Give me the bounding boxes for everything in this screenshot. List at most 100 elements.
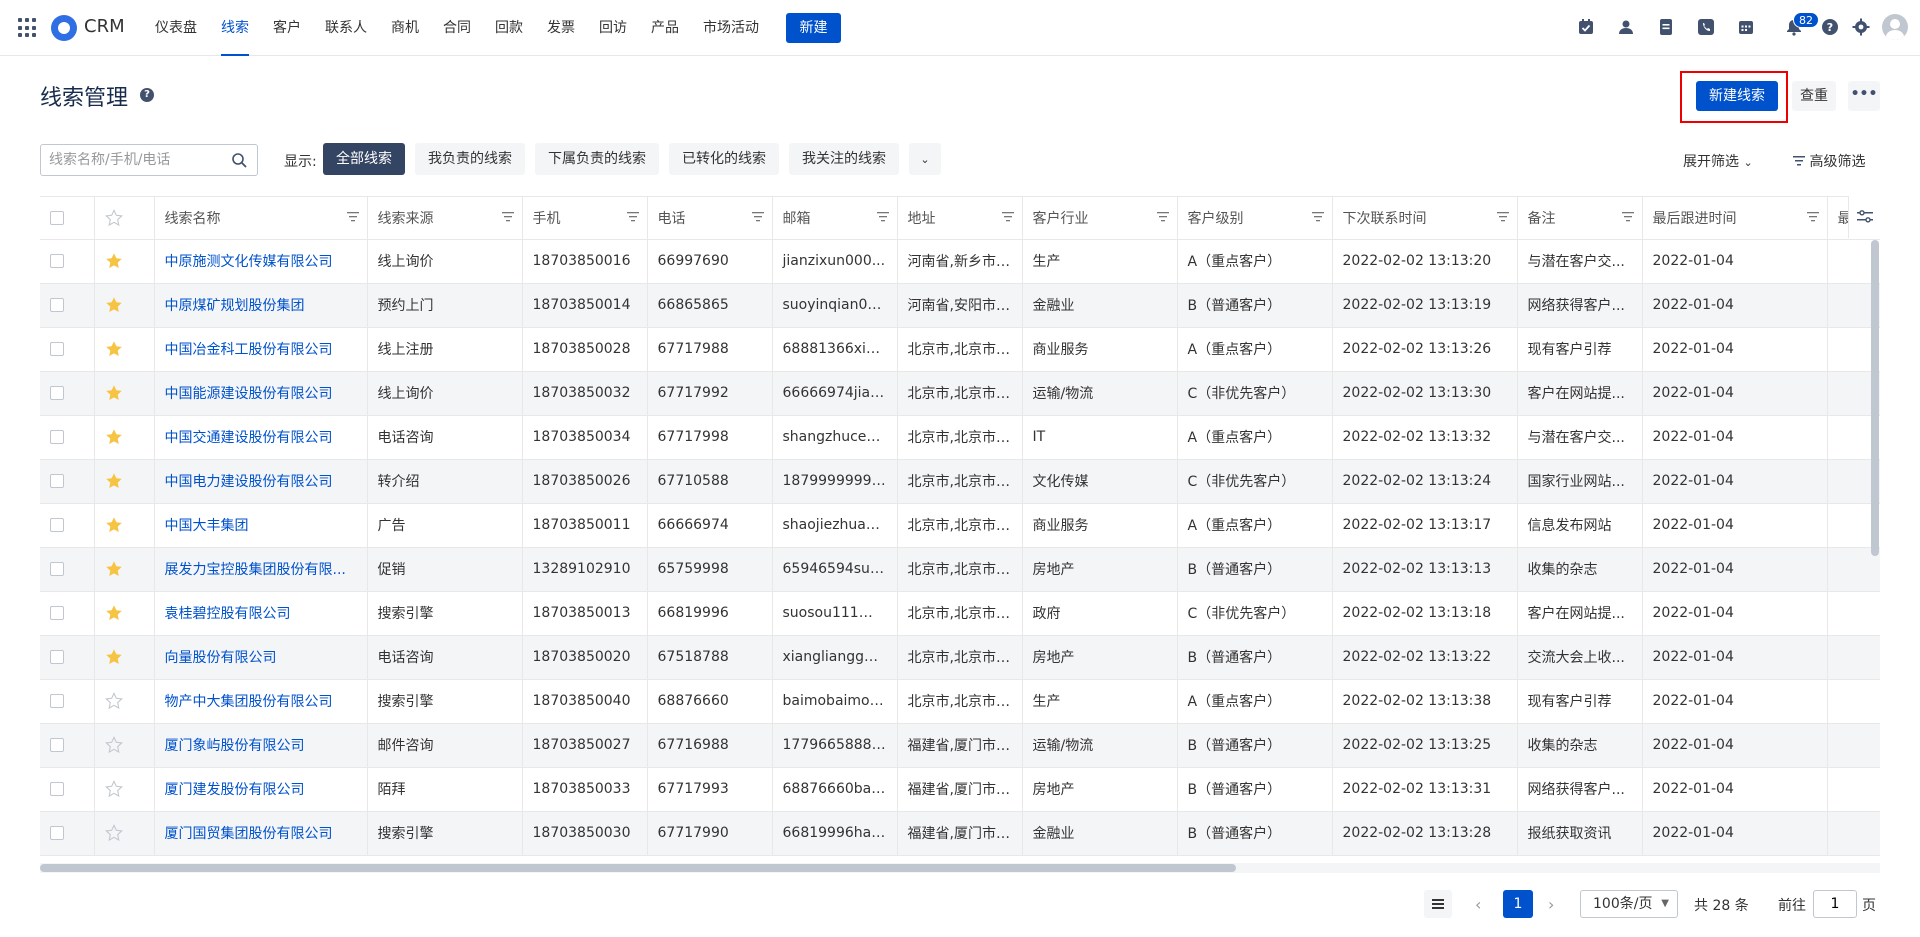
task-check-icon[interactable] — [1577, 18, 1595, 36]
nav-item-2[interactable]: 客户 — [273, 0, 301, 56]
column-filter-icon[interactable] — [876, 212, 889, 222]
column-filter-icon[interactable] — [1001, 212, 1014, 222]
table-row[interactable]: 袁桂碧控股有限公司 搜索引擎 18703850013 66819996 suosou11… — [40, 591, 1880, 636]
column-header[interactable]: 手机 — [522, 197, 648, 240]
lead-name-link[interactable]: 中国交通建设股份有限公司 — [154, 415, 368, 460]
lead-name-link[interactable]: 中国大丰集团 — [154, 503, 368, 548]
table-row[interactable]: 展发力宝控股集团股份有限... 促销 13289102910 65759998 6594… — [40, 547, 1880, 592]
column-filter-icon[interactable] — [1621, 212, 1634, 222]
column-filter-icon[interactable] — [1311, 212, 1324, 222]
phone-icon[interactable] — [1697, 18, 1715, 36]
nav-item-8[interactable]: 回访 — [599, 0, 627, 56]
row-checkbox[interactable] — [50, 386, 64, 400]
table-row[interactable]: 中国交通建设股份有限公司 电话咨询 18703850034 67717998 shang… — [40, 415, 1880, 460]
lead-name-link[interactable]: 中国冶金科工股份有限公司 — [154, 327, 368, 372]
column-header[interactable]: 线索名称 — [154, 197, 368, 240]
select-all-checkbox[interactable] — [50, 210, 64, 225]
nav-item-5[interactable]: 合同 — [443, 0, 471, 56]
goto-page-input[interactable] — [1813, 890, 1857, 918]
filter-chip-0[interactable]: 全部线索 — [323, 143, 405, 175]
table-row[interactable]: 向量股份有限公司 电话咨询 18703850020 67518788 xianglian… — [40, 635, 1880, 680]
column-header[interactable]: 备注 — [1517, 197, 1643, 240]
row-checkbox[interactable] — [50, 298, 64, 312]
row-checkbox[interactable] — [50, 342, 64, 356]
prev-page-icon[interactable]: ‹ — [1475, 895, 1481, 914]
star-filled-icon[interactable] — [105, 385, 123, 401]
row-checkbox[interactable] — [50, 694, 64, 708]
lead-name-link[interactable]: 中国电力建设股份有限公司 — [154, 459, 368, 504]
row-checkbox[interactable] — [50, 826, 64, 840]
page-number-current[interactable]: 1 — [1503, 890, 1533, 918]
dedupe-button[interactable]: 查重 — [1792, 81, 1836, 111]
star-outline-icon[interactable] — [104, 736, 123, 754]
column-filter-icon[interactable] — [626, 212, 639, 222]
calendar-icon[interactable] — [1737, 18, 1755, 36]
settings-gear-icon[interactable] — [1852, 18, 1870, 36]
star-filled-icon[interactable] — [105, 297, 123, 313]
column-header[interactable]: 客户行业 — [1022, 197, 1178, 240]
table-row[interactable]: 物产中大集团股份有限公司 搜索引擎 18703850040 68876660 baimo… — [40, 679, 1880, 724]
help-circle-icon[interactable]: ? — [1821, 18, 1839, 36]
star-filled-icon[interactable] — [105, 429, 123, 445]
nav-item-0[interactable]: 仪表盘 — [155, 0, 197, 56]
column-header[interactable]: 线索来源 — [367, 197, 523, 240]
column-settings-button[interactable] — [1848, 196, 1880, 238]
column-header[interactable]: 下次联系时间 — [1332, 197, 1518, 240]
filter-chip-4[interactable]: 我关注的线索 — [789, 143, 899, 175]
table-row[interactable]: 中国电力建设股份有限公司 转介绍 18703850026 67710588 187999… — [40, 459, 1880, 504]
more-options-button[interactable]: ••• — [1848, 81, 1880, 111]
column-filter-icon[interactable] — [346, 212, 359, 222]
lead-name-link[interactable]: 中国能源建设股份有限公司 — [154, 371, 368, 416]
expand-filter-button[interactable]: 展开筛选 ⌄ — [1683, 151, 1753, 171]
nav-item-9[interactable]: 产品 — [651, 0, 679, 56]
user-avatar[interactable] — [1882, 14, 1908, 40]
advanced-filter-button[interactable]: 高级筛选 — [1793, 151, 1865, 171]
horizontal-scrollbar[interactable] — [40, 864, 1236, 872]
column-filter-icon[interactable] — [751, 212, 764, 222]
next-page-icon[interactable]: › — [1548, 895, 1554, 914]
filter-chip-3[interactable]: 已转化的线索 — [669, 143, 779, 175]
lead-name-link[interactable]: 厦门国贸集团股份有限公司 — [154, 811, 368, 856]
nav-item-6[interactable]: 回款 — [495, 0, 523, 56]
star-filled-icon[interactable] — [105, 341, 123, 357]
page-size-select[interactable]: 100条/页 ▼ — [1580, 890, 1678, 918]
row-checkbox[interactable] — [50, 738, 64, 752]
nav-item-10[interactable]: 市场活动 — [703, 0, 759, 56]
lead-name-link[interactable]: 物产中大集团股份有限公司 — [154, 679, 368, 724]
star-filled-icon[interactable] — [105, 561, 123, 577]
vertical-scrollbar[interactable] — [1871, 240, 1879, 556]
nav-item-7[interactable]: 发票 — [547, 0, 575, 56]
new-lead-button[interactable]: 新建线索 — [1696, 81, 1778, 111]
lead-name-link[interactable]: 厦门建发股份有限公司 — [154, 767, 368, 812]
lead-name-link[interactable]: 向量股份有限公司 — [154, 635, 368, 680]
lead-name-link[interactable]: 中原煤矿规划股份集团 — [154, 283, 368, 328]
table-row[interactable]: 厦门国贸集团股份有限公司 搜索引擎 18703850030 67717990 66819… — [40, 811, 1880, 856]
app-grid-icon[interactable] — [18, 18, 38, 38]
document-icon[interactable] — [1657, 18, 1675, 36]
star-filled-icon[interactable] — [105, 517, 123, 533]
column-filter-icon[interactable] — [501, 212, 514, 222]
table-row[interactable]: 中国能源建设股份有限公司 线上询价 18703850032 67717992 66666… — [40, 371, 1880, 416]
nav-item-4[interactable]: 商机 — [391, 0, 419, 56]
star-outline-icon[interactable] — [104, 824, 123, 842]
filter-chip-1[interactable]: 我负责的线索 — [415, 143, 525, 175]
table-row[interactable]: 中原施测文化传媒有限公司 线上询价 18703850016 66997690 jianz… — [40, 239, 1880, 284]
nav-item-1[interactable]: 线索 — [221, 0, 249, 56]
row-checkbox[interactable] — [50, 254, 64, 268]
contacts-person-icon[interactable] — [1617, 18, 1635, 36]
column-header[interactable]: 地址 — [897, 197, 1023, 240]
table-row[interactable]: 厦门建发股份有限公司 陌拜 18703850033 67717993 68876660b… — [40, 767, 1880, 812]
list-view-button[interactable] — [1424, 890, 1452, 918]
column-filter-icon[interactable] — [1806, 212, 1819, 222]
column-filter-icon[interactable] — [1496, 212, 1509, 222]
column-header[interactable]: 客户级别 — [1177, 197, 1333, 240]
row-checkbox[interactable] — [50, 650, 64, 664]
row-checkbox[interactable] — [50, 782, 64, 796]
search-icon[interactable] — [231, 152, 247, 168]
title-help-icon[interactable]: ? — [140, 88, 154, 102]
row-checkbox[interactable] — [50, 430, 64, 444]
lead-name-link[interactable]: 袁桂碧控股有限公司 — [154, 591, 368, 636]
column-header[interactable]: 最后跟进时间 — [1642, 197, 1828, 240]
lead-name-link[interactable]: 厦门象屿股份有限公司 — [154, 723, 368, 768]
table-row[interactable]: 中原煤矿规划股份集团 预约上门 18703850014 66865865 suoyinq… — [40, 283, 1880, 328]
